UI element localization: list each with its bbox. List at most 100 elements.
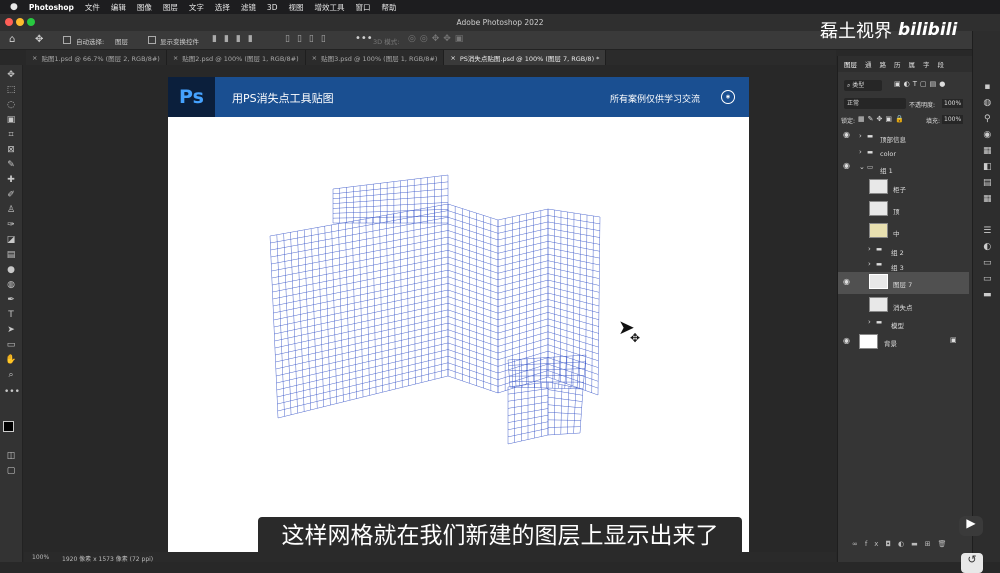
tab-history[interactable]: 历 [894,59,901,69]
foreground-color-swatch[interactable] [3,421,14,432]
layer-row-top-info[interactable]: ◉›▬顶部信息 [838,130,969,147]
type-tool-icon[interactable]: T [4,309,18,321]
home-icon[interactable]: ⌂ [9,34,15,45]
new-group-icon[interactable]: ▬ [911,540,925,548]
tab-properties[interactable]: 属 [909,59,916,69]
auto-select-dropdown[interactable]: 图层 [115,36,128,46]
close-icon[interactable]: × [450,54,455,62]
add-mask-icon[interactable]: ◘ [885,540,898,548]
tab-paths[interactable]: 路 [880,59,887,69]
rectangle-tool-icon[interactable]: ▭ [4,339,18,351]
close-icon[interactable]: × [173,54,178,62]
3d-mode-icons[interactable]: ◎◎✥✥▣ [408,34,467,44]
move-tool-preset-icon[interactable]: ✥ [35,34,43,45]
menu-help[interactable]: 帮助 [381,2,396,13]
eye-icon[interactable]: ◉ [843,130,850,139]
crop-tool-icon[interactable]: ⌗ [4,129,18,141]
eye-icon[interactable]: ◉ [843,336,850,345]
document-canvas[interactable]: Ps 用PS消失点工具贴图 所有案例仅供学习交流 ◉ [168,77,749,552]
marquee-tool-icon[interactable]: ⬚ [4,84,18,96]
lock-icons[interactable]: ▦✎✥▣🔒 [858,115,907,123]
hand-tool-icon[interactable]: ✋ [4,354,18,366]
layer-row-layer-7[interactable]: ◉图层 7 [838,272,969,294]
chevron-right-icon[interactable]: › [868,318,871,326]
replay-icon[interactable]: ↺ [961,553,983,573]
menu-layer[interactable]: 图层 [163,2,178,13]
menu-select[interactable]: 选择 [215,2,230,13]
tab-character[interactable]: 字 [923,59,930,69]
show-transform-checkbox[interactable] [148,36,156,44]
eye-icon[interactable]: ◉ [843,161,850,170]
menu-filter[interactable]: 滤镜 [241,2,256,13]
eye-icon[interactable]: ◉ [843,277,850,286]
object-select-tool-icon[interactable]: ▣ [4,114,18,126]
layer-row-top[interactable]: 顶 [838,199,969,220]
delete-layer-icon[interactable]: 🗑 [938,540,954,548]
screen-mode-icon[interactable]: ▢ [4,465,18,477]
video-play-icon[interactable]: ▶ [959,516,983,536]
tab-document-4[interactable]: ×PS消失点贴图.psd @ 100% (图层 7, RGB/8) * [444,50,606,65]
fx-icon[interactable]: fx [865,540,886,548]
layer-row-model[interactable]: ›▬模型 [838,316,969,333]
chevron-right-icon[interactable]: › [868,245,871,253]
adjustment-layer-icon[interactable]: ◐ [898,540,911,548]
move-tool-icon[interactable]: ✥ [4,69,18,81]
eraser-tool-icon[interactable]: ◪ [4,234,18,246]
close-icon[interactable]: × [312,54,317,62]
more-tools-icon[interactable]: ••• [4,386,18,398]
layer-row-middle[interactable]: 中 [838,221,969,242]
tab-document-2[interactable]: ×贴图2.psd @ 100% (图层 1, RGB/8#) [167,50,306,65]
layer-filter-icons[interactable]: ▣◐T▢▤● [894,80,948,88]
menu-3d[interactable]: 3D [267,3,278,12]
menu-view[interactable]: 视图 [288,2,303,13]
path-select-tool-icon[interactable]: ➤ [4,324,18,336]
tab-channels[interactable]: 通 [865,59,872,69]
frame-tool-icon[interactable]: ⊠ [4,144,18,156]
fill-value[interactable]: 100% [942,115,963,124]
menu-app-name[interactable]: Photoshop [29,3,74,12]
layer-row-background[interactable]: ◉背景▣ [838,332,969,352]
layer-row-vanishing-point[interactable]: 消失点 [838,295,969,316]
menu-edit[interactable]: 编辑 [111,2,126,13]
gradient-tool-icon[interactable]: ▤ [4,249,18,261]
panel-icons[interactable]: ▪◍⚲◉▦◧▤▦☰◐▭▭▬ [983,79,992,303]
chevron-down-icon[interactable]: ⌄ [859,163,865,171]
dodge-tool-icon[interactable]: ◍ [4,279,18,291]
more-options-icon[interactable]: ••• [355,33,373,44]
lasso-tool-icon[interactable]: ◌ [4,99,18,111]
clone-stamp-tool-icon[interactable]: ♙ [4,204,18,216]
menu-type[interactable]: 文字 [189,2,204,13]
healing-brush-tool-icon[interactable]: ✚ [4,174,18,186]
brush-tool-icon[interactable]: ✐ [4,189,18,201]
tab-layers[interactable]: 图层 [844,59,857,69]
chevron-right-icon[interactable]: › [859,132,862,140]
quick-mask-icon[interactable]: ◫ [4,450,18,462]
menu-image[interactable]: 图像 [137,2,152,13]
distribute-icons[interactable]: ▯▯▯▯ [285,34,333,44]
eyedropper-tool-icon[interactable]: ✎ [4,159,18,171]
align-icons[interactable]: ▮▮▮▮ [212,34,260,44]
tab-document-3[interactable]: ×贴图3.psd @ 100% (图层 1, RGB/8#) [306,50,445,65]
link-layers-icon[interactable]: ∞ [852,540,865,548]
pen-tool-icon[interactable]: ✒ [4,294,18,306]
layer-row-group-1[interactable]: ◉⌄▭组 1 [838,161,969,178]
new-layer-icon[interactable]: ⊞ [925,540,938,548]
apple-icon[interactable]: ● [10,2,18,12]
chevron-right-icon[interactable]: › [859,148,862,156]
tab-paragraph[interactable]: 段 [938,59,945,69]
menu-file[interactable]: 文件 [85,2,100,13]
blur-tool-icon[interactable]: ● [4,264,18,276]
layer-filter-dropdown[interactable]: ⌕ 类型 [844,80,882,91]
menu-plugins[interactable]: 增效工具 [314,2,344,13]
tab-document-1[interactable]: ×贴图1.psd @ 66.7% (图层 2, RGB/8#) [26,50,167,65]
opacity-value[interactable]: 100% [942,99,963,108]
layer-row-cabinet[interactable]: 柜子 [838,177,969,198]
auto-select-checkbox[interactable] [63,36,71,44]
menu-window[interactable]: 窗口 [355,2,370,13]
blend-mode-dropdown[interactable]: 正常 [844,98,906,109]
zoom-tool-icon[interactable]: ⌕ [4,369,18,381]
history-brush-tool-icon[interactable]: ✑ [4,219,18,231]
zoom-level[interactable]: 100% [32,554,49,561]
chevron-right-icon[interactable]: › [868,260,871,268]
close-icon[interactable]: × [32,54,37,62]
